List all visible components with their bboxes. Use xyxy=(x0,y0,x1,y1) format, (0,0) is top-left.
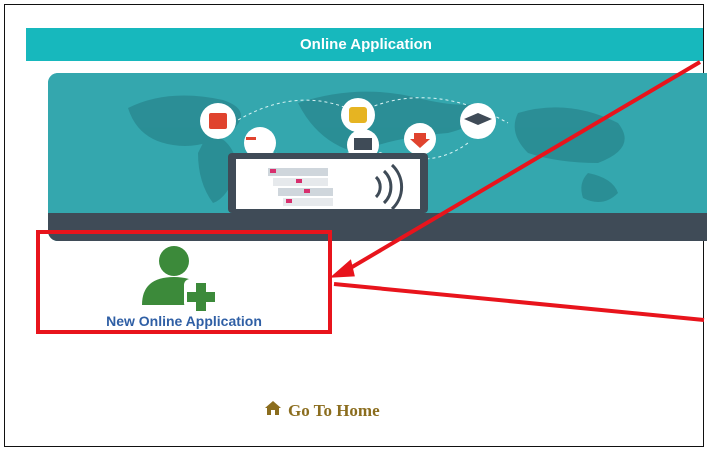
new-application-link[interactable]: New Online Application xyxy=(36,313,332,329)
home-icon xyxy=(264,400,282,421)
go-home-label: Go To Home xyxy=(288,400,380,420)
banner-illustration xyxy=(48,73,707,241)
go-home-link[interactable]: Go To Home xyxy=(264,400,444,421)
section-header: Online Application xyxy=(26,28,703,61)
banner-image xyxy=(48,73,707,241)
section-title: Online Application xyxy=(300,36,432,53)
